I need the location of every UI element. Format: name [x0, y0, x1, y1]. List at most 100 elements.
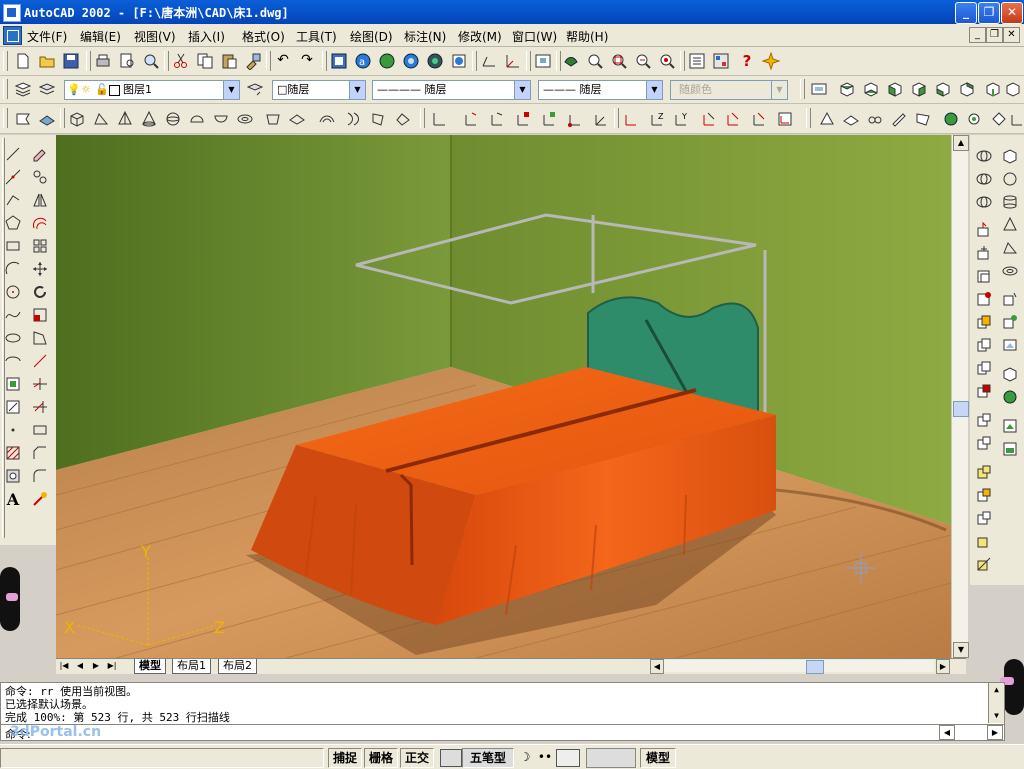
color-dropdown[interactable]: □随层 ▼: [272, 80, 366, 100]
copy-faces-icon[interactable]: [975, 555, 993, 573]
doc-close-button[interactable]: ✕: [1003, 27, 1020, 43]
union-icon[interactable]: [975, 336, 993, 354]
mirror-icon[interactable]: [31, 191, 49, 209]
ucs-3point-icon[interactable]: [622, 110, 640, 128]
wedge-icon[interactable]: [92, 110, 110, 128]
menu-tools[interactable]: 工具(T): [296, 28, 337, 45]
doc-restore-button[interactable]: ❐: [986, 27, 1003, 43]
box-icon[interactable]: [68, 110, 86, 128]
close-button[interactable]: ✕: [1001, 2, 1023, 24]
clip-icon[interactable]: [1001, 417, 1019, 435]
offset-icon[interactable]: [31, 214, 49, 232]
ime-icon[interactable]: [440, 749, 462, 767]
ucs-face-icon[interactable]: [488, 110, 506, 128]
help-icon[interactable]: ?: [738, 52, 756, 70]
continuous-orbit-icon[interactable]: [1001, 313, 1019, 331]
polyline-icon[interactable]: [4, 191, 22, 209]
tabulated-surface-icon[interactable]: [370, 110, 388, 128]
solids-box-icon[interactable]: [975, 147, 993, 165]
document-icon[interactable]: [3, 26, 22, 45]
lengthen-icon[interactable]: [31, 352, 49, 370]
plot-icon[interactable]: [142, 52, 160, 70]
publish-web-icon[interactable]: [378, 52, 396, 70]
menu-window[interactable]: 窗口(W): [512, 28, 557, 45]
make-current-layer-icon[interactable]: [38, 80, 56, 98]
properties-icon[interactable]: [688, 52, 706, 70]
swivel-icon[interactable]: [1001, 336, 1019, 354]
taper-faces-icon[interactable]: [975, 532, 993, 550]
construction-line-icon[interactable]: [4, 168, 22, 186]
named-views-icon[interactable]: [810, 80, 828, 98]
punctuation-icon[interactable]: ••: [536, 749, 554, 765]
last-tab-button[interactable]: ▶|: [106, 660, 118, 672]
sw-iso-view-icon[interactable]: [984, 80, 1002, 98]
hyperlink-icon[interactable]: [426, 52, 444, 70]
extrude-icon[interactable]: [975, 221, 993, 239]
hscroll-right-button[interactable]: ▶: [936, 659, 950, 674]
front-view-icon[interactable]: [934, 80, 952, 98]
grid-toggle[interactable]: 栅格: [364, 748, 398, 768]
layer-manager-icon[interactable]: [14, 80, 32, 98]
shade-3d-icon[interactable]: [1001, 147, 1019, 165]
left-view-icon[interactable]: [886, 80, 904, 98]
rotate-faces-icon[interactable]: [975, 509, 993, 527]
scroll-thumb[interactable]: [953, 401, 969, 417]
sphere-icon[interactable]: [164, 110, 182, 128]
edge-surface-icon[interactable]: [264, 110, 282, 128]
extend-icon[interactable]: [31, 398, 49, 416]
aerial-view-icon[interactable]: [534, 52, 552, 70]
zoom-extents-icon[interactable]: [658, 52, 676, 70]
doc-minimize-button[interactable]: _: [969, 27, 986, 43]
mapping-icon[interactable]: [890, 110, 908, 128]
cmd-scroll-left[interactable]: ◀: [939, 725, 955, 740]
shade-cone-icon[interactable]: [1001, 216, 1019, 234]
ucs-line-icon[interactable]: [504, 52, 522, 70]
restore-button[interactable]: ❐: [978, 2, 1000, 24]
fillet-icon[interactable]: [31, 467, 49, 485]
lights-icon[interactable]: [842, 110, 860, 128]
ucs-world-icon[interactable]: [430, 110, 448, 128]
background-icon[interactable]: [914, 110, 932, 128]
menu-dimension[interactable]: 标注(N): [404, 28, 446, 45]
revolve-icon[interactable]: [975, 244, 993, 262]
ucs-dialog-icon[interactable]: [776, 110, 794, 128]
command-history[interactable]: 命令: rr 使用当前视图。 已选择默认场景。 完成 100%: 第 523 行…: [0, 682, 1005, 726]
adjust-clip-icon[interactable]: [1001, 440, 1019, 458]
ellipse-arc-icon[interactable]: [4, 352, 22, 370]
pyramid-icon[interactable]: [116, 110, 134, 128]
ucs-zaxis-icon[interactable]: [592, 110, 610, 128]
ucs-icon[interactable]: [450, 52, 468, 70]
ucs-origin2-icon[interactable]: [566, 110, 584, 128]
arc-icon[interactable]: [4, 260, 22, 278]
erase-icon[interactable]: [31, 145, 49, 163]
torus-icon[interactable]: [236, 110, 254, 128]
cone-icon[interactable]: [140, 110, 158, 128]
statistics-icon[interactable]: [1008, 110, 1024, 128]
landscape-icon[interactable]: [966, 110, 984, 128]
ime-mode[interactable]: 五笔型: [462, 748, 514, 768]
bottom-view-icon[interactable]: [862, 80, 880, 98]
undo-icon[interactable]: ↶: [274, 52, 292, 70]
extrude-faces-icon[interactable]: [975, 411, 993, 429]
menu-draw[interactable]: 绘图(D): [350, 28, 393, 45]
zoom-window-icon[interactable]: [610, 52, 628, 70]
menu-file[interactable]: 文件(F): [27, 28, 67, 45]
keyboard-icon[interactable]: [556, 749, 580, 767]
shade-wedge-icon[interactable]: [1001, 239, 1019, 257]
hatch-icon[interactable]: [4, 444, 22, 462]
revolved-surface-icon[interactable]: [344, 110, 362, 128]
drawing-viewport[interactable]: Y X Z: [56, 135, 951, 658]
interfere-icon[interactable]: [975, 313, 993, 331]
offset-faces-icon[interactable]: [975, 463, 993, 481]
prev-tab-button[interactable]: ◀: [74, 660, 86, 672]
dome-icon[interactable]: [188, 110, 206, 128]
rotate-icon[interactable]: [31, 283, 49, 301]
top-view-icon[interactable]: [838, 80, 856, 98]
copy-icon[interactable]: [196, 52, 214, 70]
menu-edit[interactable]: 编辑(E): [80, 28, 121, 45]
moon-icon[interactable]: ☽: [516, 749, 534, 765]
scroll-down-button[interactable]: ▼: [953, 642, 969, 658]
today-icon[interactable]: [330, 52, 348, 70]
materials-icon[interactable]: [866, 110, 884, 128]
ucs-object-icon[interactable]: [514, 110, 532, 128]
